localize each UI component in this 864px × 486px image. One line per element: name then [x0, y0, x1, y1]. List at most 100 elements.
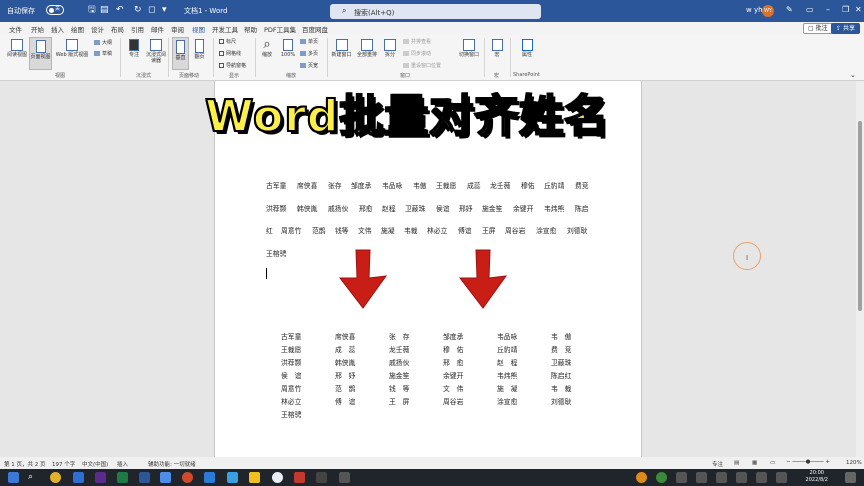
properties-button[interactable]: 属性: [518, 39, 536, 58]
tab-review[interactable]: 审阅: [171, 24, 184, 34]
excel-icon[interactable]: [117, 472, 128, 483]
accessibility-status[interactable]: 辅助功能: 一切就绪: [148, 460, 196, 468]
user-name[interactable]: w yh: [746, 6, 763, 14]
zoom-level[interactable]: 120%: [846, 460, 862, 466]
restore-icon[interactable]: ❐: [842, 5, 849, 15]
insert-mode[interactable]: 插入: [117, 460, 128, 468]
ribbon-display-icon[interactable]: ▭: [806, 5, 814, 15]
page-count[interactable]: 第 1 页，共 2 页: [4, 460, 46, 468]
pen-icon[interactable]: ✎: [786, 5, 793, 15]
sync-scroll-button[interactable]: 同步滚动: [403, 50, 431, 57]
save-icon[interactable]: 🖫: [88, 5, 96, 15]
photoshop-icon[interactable]: [73, 472, 84, 483]
side-to-side-button[interactable]: 翻页: [191, 39, 208, 60]
vertical-button[interactable]: 垂直: [172, 37, 189, 70]
comments-button[interactable]: ▢ 批注: [803, 23, 833, 34]
macros-button[interactable]: 宏: [490, 39, 504, 58]
close-icon[interactable]: ✕: [855, 5, 862, 15]
chrome-icon[interactable]: [50, 472, 61, 483]
collapse-ribbon-icon[interactable]: ⌄: [850, 71, 856, 79]
nav-pane-checkbox[interactable]: 导航窗格: [219, 62, 246, 69]
tray-icon[interactable]: [756, 472, 767, 483]
tray-icon[interactable]: [656, 472, 667, 483]
clock[interactable]: 20:00 2022/8/2: [806, 470, 828, 484]
scroll-thumb[interactable]: [858, 121, 862, 311]
tab-developer[interactable]: 开发工具: [212, 24, 238, 34]
view-side-by-side-button[interactable]: 并排查看: [403, 38, 431, 45]
tray-icon[interactable]: [676, 472, 687, 483]
tab-draw[interactable]: 绘图: [71, 24, 84, 34]
word-icon[interactable]: [139, 472, 150, 483]
tab-references[interactable]: 引用: [131, 24, 144, 34]
language[interactable]: 中文(中国): [82, 460, 108, 468]
immersive-reader-button[interactable]: 沉浸式阅读器: [145, 39, 167, 64]
reset-window-button[interactable]: 重设窗口位置: [403, 62, 441, 69]
app-icon[interactable]: [182, 472, 193, 483]
search-icon[interactable]: ⌕: [28, 472, 39, 483]
edge-icon[interactable]: [160, 472, 171, 483]
name-text: 戚扬伙: [328, 205, 349, 213]
weather-icon[interactable]: [636, 472, 647, 483]
tab-help[interactable]: 帮助: [244, 24, 257, 34]
app-icon[interactable]: [316, 472, 327, 483]
new-window-button[interactable]: 新建窗口: [330, 39, 353, 58]
premiere-icon[interactable]: [95, 472, 106, 483]
multiple-pages-button[interactable]: 多页: [300, 50, 318, 57]
outline-button[interactable]: 大纲: [94, 39, 112, 46]
ribbon-icon[interactable]: ▤: [100, 5, 109, 15]
focus-mode[interactable]: 专注: [712, 460, 723, 468]
windows-start-icon[interactable]: [8, 472, 19, 483]
read-mode-icon[interactable]: ▤: [734, 460, 739, 466]
tab-pdf-tools[interactable]: PDF工具集: [264, 24, 296, 34]
minimize-icon[interactable]: –: [826, 5, 830, 15]
draft-button[interactable]: 草稿: [94, 50, 112, 57]
web-layout-icon[interactable]: ▭: [770, 460, 775, 466]
read-mode-button[interactable]: 阅读视图: [7, 39, 27, 58]
gridlines-checkbox[interactable]: 网格线: [219, 50, 241, 57]
format-painter-icon[interactable]: ◻: [148, 5, 155, 15]
zoom-button[interactable]: ⌕ 缩放: [259, 38, 275, 59]
vertical-scrollbar[interactable]: [856, 81, 864, 457]
notifications-icon[interactable]: [845, 472, 856, 483]
app-icon[interactable]: [294, 472, 305, 483]
page-width-button[interactable]: 页宽: [300, 62, 318, 69]
zoom-100-button[interactable]: 100%: [278, 39, 298, 58]
web-layout-button[interactable]: Web 版式视图: [54, 39, 90, 58]
print-layout-button[interactable]: 页面视图: [29, 37, 52, 70]
tab-layout[interactable]: 布局: [111, 24, 124, 34]
tab-insert[interactable]: 插入: [51, 24, 64, 34]
ruler-checkbox[interactable]: 标尺: [219, 38, 236, 45]
share-button[interactable]: ⇪ 共享: [831, 23, 860, 34]
tray-icon[interactable]: [776, 472, 787, 483]
name-text: 古军童: [266, 182, 287, 190]
tab-design[interactable]: 设计: [91, 24, 104, 34]
avatar[interactable]: WY: [762, 5, 774, 17]
i-beam-cursor-icon: I: [746, 254, 749, 262]
name-text: 邹度承: [351, 182, 372, 190]
one-page-button[interactable]: 单页: [300, 38, 318, 45]
tray-icon[interactable]: [716, 472, 727, 483]
tray-icon[interactable]: [696, 472, 707, 483]
autosave-toggle[interactable]: 关: [46, 5, 64, 15]
search-box[interactable]: ⌕ 搜索(Alt+Q): [330, 4, 541, 19]
zoom-slider[interactable]: − ────●──── +: [786, 459, 830, 465]
tab-baidu-disk[interactable]: 百度网盘: [302, 24, 328, 34]
tab-home[interactable]: 开始: [31, 24, 44, 34]
arrange-all-button[interactable]: 全部重排: [355, 39, 379, 58]
word-count[interactable]: 197 个字: [52, 460, 75, 468]
app-icon[interactable]: [339, 472, 350, 483]
split-button[interactable]: 拆分: [381, 39, 399, 58]
app-icon[interactable]: [272, 472, 283, 483]
file-explorer-icon[interactable]: [249, 472, 260, 483]
print-layout-icon[interactable]: ▦: [752, 460, 757, 466]
tab-mailings[interactable]: 邮件: [151, 24, 164, 34]
app-icon[interactable]: [204, 472, 215, 483]
redo-icon[interactable]: ↻: [134, 5, 142, 15]
tray-icon[interactable]: [736, 472, 747, 483]
undo-icon[interactable]: ↶: [116, 5, 124, 15]
focus-button[interactable]: 专注: [125, 39, 143, 58]
customize-qat-icon[interactable]: ▾: [162, 5, 167, 15]
app-icon[interactable]: [227, 472, 238, 483]
tab-file[interactable]: 文件: [9, 24, 22, 34]
switch-window-button[interactable]: 切换窗口: [457, 39, 481, 58]
